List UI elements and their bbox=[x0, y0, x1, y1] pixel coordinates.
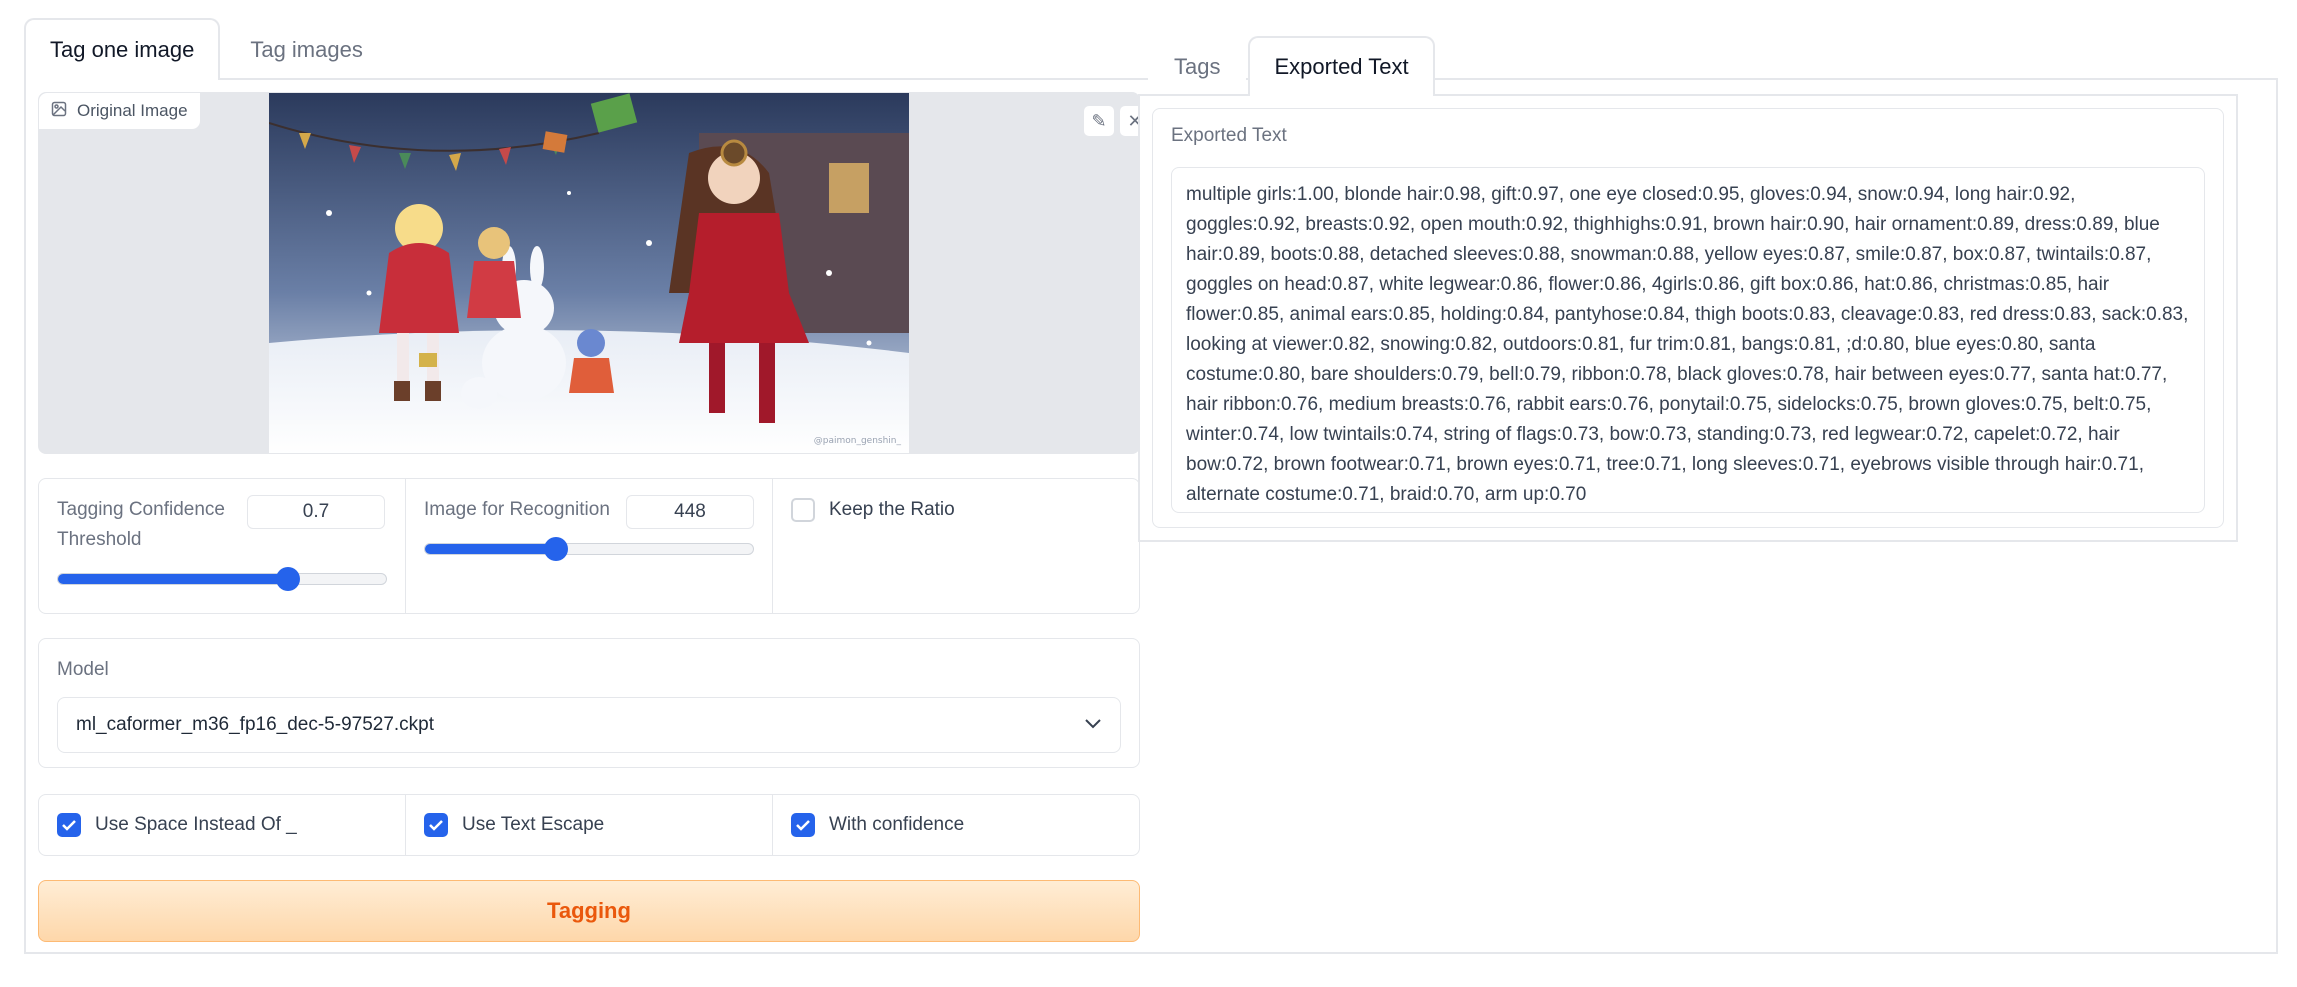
pencil-icon: ✎ bbox=[1091, 110, 1107, 131]
threshold-slider-thumb[interactable] bbox=[275, 567, 300, 591]
option-with-confidence[interactable]: With confidence bbox=[773, 795, 1139, 855]
recognition-slider-thumb[interactable] bbox=[544, 537, 569, 561]
check-icon bbox=[62, 820, 76, 831]
original-image-box[interactable]: Original Image @paimon_genshin_ ✎ bbox=[38, 92, 1140, 454]
recognition-slider[interactable] bbox=[424, 537, 754, 561]
image-label: Original Image bbox=[39, 93, 200, 129]
image-label-text: Original Image bbox=[77, 101, 188, 120]
tab-tag-one-image[interactable]: Tag one image bbox=[24, 18, 221, 80]
threshold-label: Tagging Confidence Threshold bbox=[57, 499, 225, 550]
image-icon bbox=[51, 101, 67, 122]
exported-text-panel: Exported Text multiple girls:1.00, blond… bbox=[1138, 94, 2238, 542]
tagging-button[interactable]: Tagging bbox=[38, 880, 1140, 942]
exported-text-area[interactable]: multiple girls:1.00, blonde hair:0.98, g… bbox=[1171, 167, 2205, 513]
model-row: Model ml_caformer_m36_fp16_dec-5-97527.c… bbox=[38, 638, 1140, 768]
check-icon bbox=[429, 820, 443, 831]
threshold-slider[interactable] bbox=[57, 567, 387, 591]
output-tab-bar: Tags Exported Text bbox=[1148, 36, 1435, 96]
options-row: Use Space Instead Of _ Use Text Escape W… bbox=[38, 794, 1140, 856]
option-text-escape[interactable]: Use Text Escape bbox=[406, 795, 773, 855]
recognition-input[interactable]: 448 bbox=[626, 495, 754, 529]
with-confidence-checkbox[interactable] bbox=[791, 813, 815, 837]
check-icon bbox=[796, 820, 810, 831]
threshold-slider-fill bbox=[58, 574, 288, 584]
threshold-input[interactable]: 0.7 bbox=[247, 495, 385, 529]
threshold-cell: Tagging Confidence Threshold 0.7 bbox=[39, 479, 406, 613]
tab-exported-text[interactable]: Exported Text bbox=[1248, 36, 1435, 96]
clear-image-button[interactable]: ✕ bbox=[1119, 105, 1139, 137]
chevron-down-icon bbox=[1084, 714, 1102, 736]
model-label: Model bbox=[57, 659, 109, 680]
model-selected-value: ml_caformer_m36_fp16_dec-5-97527.ckpt bbox=[76, 714, 435, 735]
exported-text-box: Exported Text multiple girls:1.00, blond… bbox=[1152, 108, 2224, 528]
recognition-slider-fill bbox=[425, 544, 557, 554]
text-escape-checkbox[interactable] bbox=[424, 813, 448, 837]
model-dropdown[interactable]: ml_caformer_m36_fp16_dec-5-97527.ckpt bbox=[57, 697, 1121, 753]
edit-image-button[interactable]: ✎ bbox=[1083, 105, 1115, 137]
tab-tag-images[interactable]: Tag images bbox=[224, 18, 389, 80]
text-escape-label: Use Text Escape bbox=[462, 814, 605, 835]
keep-ratio-cell: Keep the Ratio bbox=[773, 479, 1139, 613]
keep-ratio-option[interactable]: Keep the Ratio bbox=[791, 495, 1121, 525]
anime-illustration: @paimon_genshin_ bbox=[269, 93, 909, 453]
keep-ratio-label: Keep the Ratio bbox=[829, 499, 955, 520]
space-instead-checkbox[interactable] bbox=[57, 813, 81, 837]
settings-row: Tagging Confidence Threshold 0.7 Image f… bbox=[38, 478, 1140, 614]
space-instead-label: Use Space Instead Of _ bbox=[95, 814, 297, 835]
recognition-cell: Image for Recognition 448 bbox=[406, 479, 773, 613]
exported-text-label: Exported Text bbox=[1171, 125, 1287, 146]
tab-tags[interactable]: Tags bbox=[1148, 36, 1247, 96]
keep-ratio-checkbox[interactable] bbox=[791, 498, 815, 522]
option-space-instead[interactable]: Use Space Instead Of _ bbox=[39, 795, 406, 855]
top-tab-bar: Tag one image Tag images bbox=[24, 18, 389, 80]
with-confidence-label: With confidence bbox=[829, 814, 965, 835]
artist-watermark: @paimon_genshin_ bbox=[814, 436, 902, 446]
